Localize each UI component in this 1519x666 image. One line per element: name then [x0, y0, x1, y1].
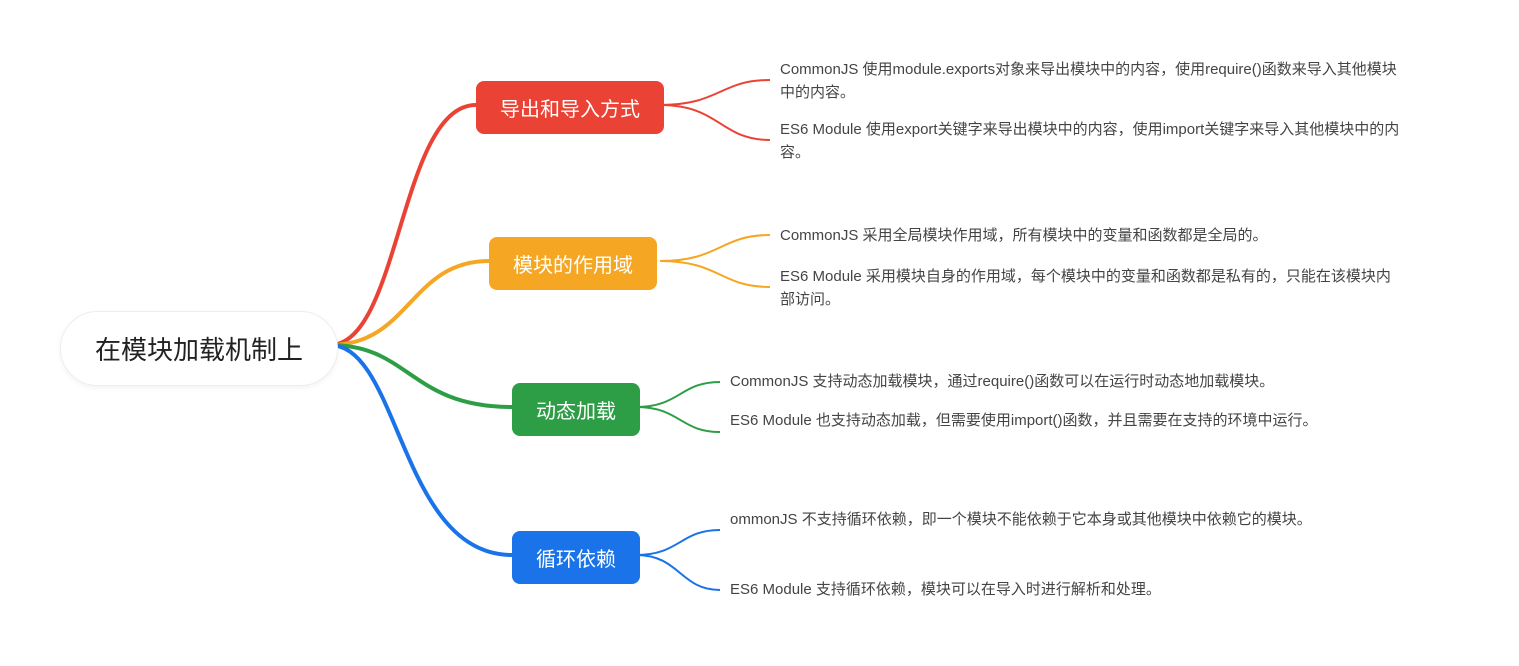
leaf-dynamic-1: CommonJS 支持动态加载模块，通过require()函数可以在运行时动态地…	[730, 370, 1274, 393]
root-label: 在模块加载机制上	[95, 335, 303, 365]
leaf-dynamic-2: ES6 Module 也支持动态加载，但需要使用import()函数，并且需要在…	[730, 409, 1318, 432]
branch-scope[interactable]: 模块的作用域	[489, 237, 657, 290]
leaf-circular-1: ommonJS 不支持循环依赖，即一个模块不能依赖于它本身或其他模块中依赖它的模…	[730, 508, 1312, 531]
branch-label: 循环依赖	[536, 549, 616, 571]
leaf-scope-2: ES6 Module 采用模块自身的作用域，每个模块中的变量和函数都是私有的，只…	[780, 265, 1400, 312]
leaf-circular-2: ES6 Module 支持循环依赖，模块可以在导入时进行解析和处理。	[730, 578, 1161, 601]
branch-circular[interactable]: 循环依赖	[512, 531, 640, 584]
branch-label: 导出和导入方式	[500, 99, 640, 121]
branch-export-import[interactable]: 导出和导入方式	[476, 81, 664, 134]
root-node[interactable]: 在模块加载机制上	[60, 311, 338, 386]
leaf-export-import-2: ES6 Module 使用export关键字来导出模块中的内容，使用import…	[780, 118, 1400, 165]
mindmap-canvas: 在模块加载机制上 导出和导入方式 CommonJS 使用module.expor…	[0, 0, 1519, 666]
branch-label: 动态加载	[536, 401, 616, 423]
leaf-scope-1: CommonJS 采用全局模块作用域，所有模块中的变量和函数都是全局的。	[780, 224, 1268, 247]
leaf-export-import-1: CommonJS 使用module.exports对象来导出模块中的内容，使用r…	[780, 58, 1400, 105]
branch-dynamic[interactable]: 动态加载	[512, 383, 640, 436]
branch-label: 模块的作用域	[513, 255, 633, 277]
